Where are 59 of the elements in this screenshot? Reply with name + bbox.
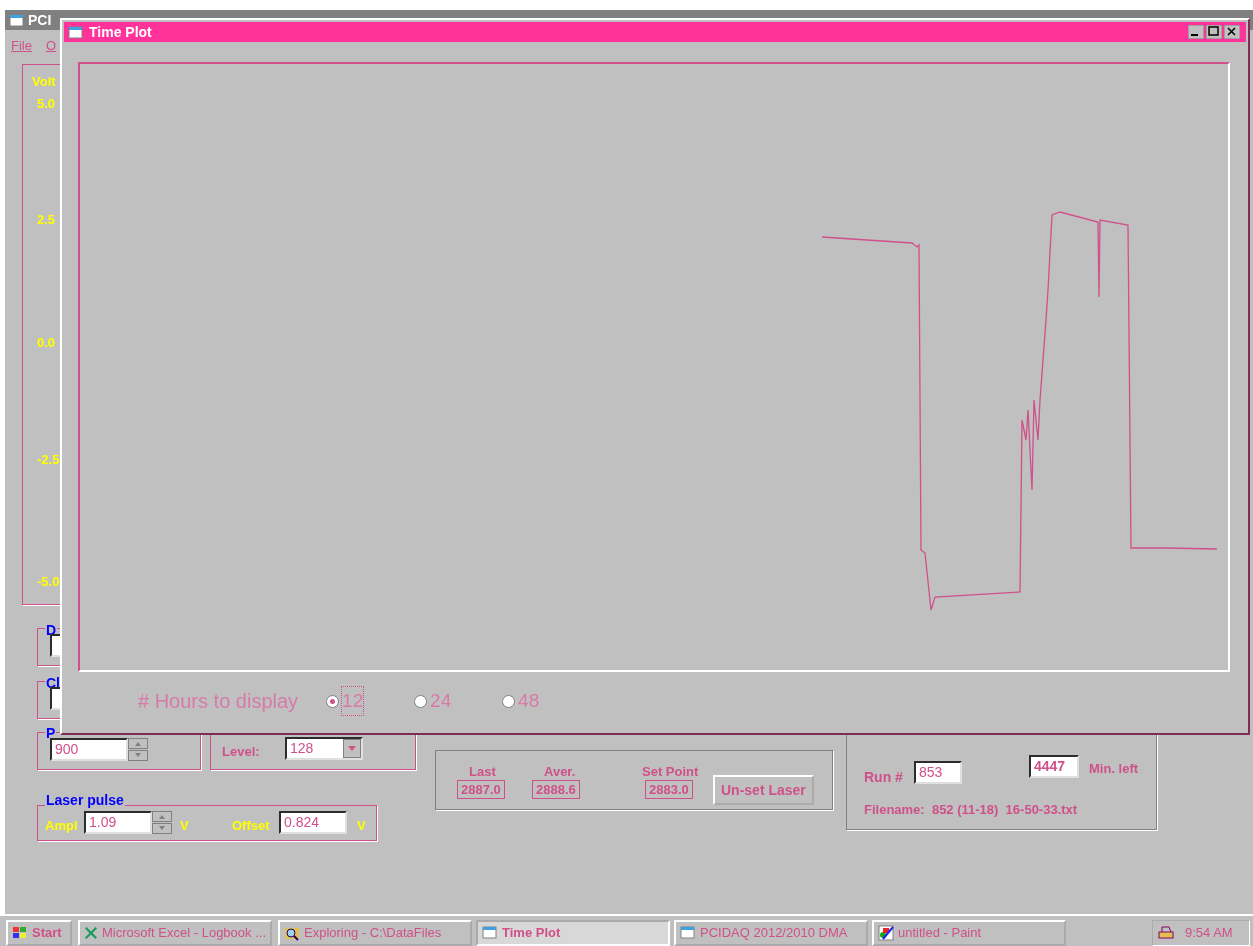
unit-label: V [180,817,189,835]
input-field[interactable]: 4447 [1029,755,1079,778]
readout-value: 2888.6 [532,780,580,799]
paint-icon [878,925,894,941]
axis-tick: 2.5 [37,211,56,229]
minimize-icon[interactable] [1188,25,1204,39]
clock-text: 9:54 AM [1185,924,1233,943]
excel-icon [84,925,98,941]
input-field[interactable] [50,687,60,710]
maximize-icon[interactable] [1206,25,1222,39]
window-icon [68,24,83,40]
axis-tick: 5.0 [37,95,56,113]
readout-label: Last [469,763,496,781]
close-icon[interactable] [1224,25,1240,39]
axis-label: Volt [32,73,56,91]
taskbar-button[interactable]: Time Plot [476,920,670,946]
taskbar-button[interactable]: Exploring - C:\DataFiles [278,920,472,946]
input-field[interactable]: 1.09 [84,811,152,834]
field-label: Level: [222,743,260,761]
input-field[interactable]: 900 [50,738,128,761]
spinner-icon [152,811,172,834]
taskbar-button[interactable]: Microsoft Excel - Logbook ... [78,920,272,946]
field-label: Ampl [45,817,78,835]
readout-label: Aver. [544,763,576,781]
radio-label[interactable]: 24 [430,686,452,716]
printer-icon [1157,925,1175,941]
window-icon [482,925,498,941]
window-title: PCI [28,10,52,30]
unit-label: V [357,817,366,835]
window-icon [680,925,696,941]
menu-item[interactable]: O [45,36,57,56]
radio-button[interactable] [414,694,428,708]
field-label: # Hours to display [138,689,299,714]
taskbar-button[interactable]: untitled - Paint [872,920,1066,946]
start-button[interactable]: Start [6,920,72,946]
input-field[interactable] [50,634,60,657]
radio-button[interactable] [502,694,516,708]
field-label: Offset [232,817,270,835]
radio-label[interactable]: 48 [518,686,540,716]
readout-value: 2887.0 [457,780,505,799]
readout-label: Set Point [642,763,699,781]
axis-tick: 0.0 [37,334,56,352]
spinner-icon [128,738,148,761]
unset-laser-button[interactable]: Un-set Laser [713,775,814,805]
input-field[interactable]: 853 [914,761,962,784]
filename-text: Filename: 852 (11-18) 16-50-33.txt [864,801,1078,819]
field-label: Min. left [1089,760,1139,778]
radio-button[interactable] [326,694,340,708]
taskbar-button[interactable]: PCIDAQ 2012/2010 DMA [674,920,868,946]
window-title: Time Plot [89,22,152,42]
menu-item[interactable]: File [11,36,32,56]
radio-label[interactable]: 12 [342,686,364,716]
axis-tick: -2.5 [37,451,60,469]
field-label: Run # [864,768,903,787]
windows-logo-icon [12,925,28,941]
axis-tick: -5.0 [37,573,60,591]
magnifier-icon [284,925,300,941]
input-field[interactable]: 0.824 [279,811,347,834]
readout-value: 2883.0 [645,780,693,799]
